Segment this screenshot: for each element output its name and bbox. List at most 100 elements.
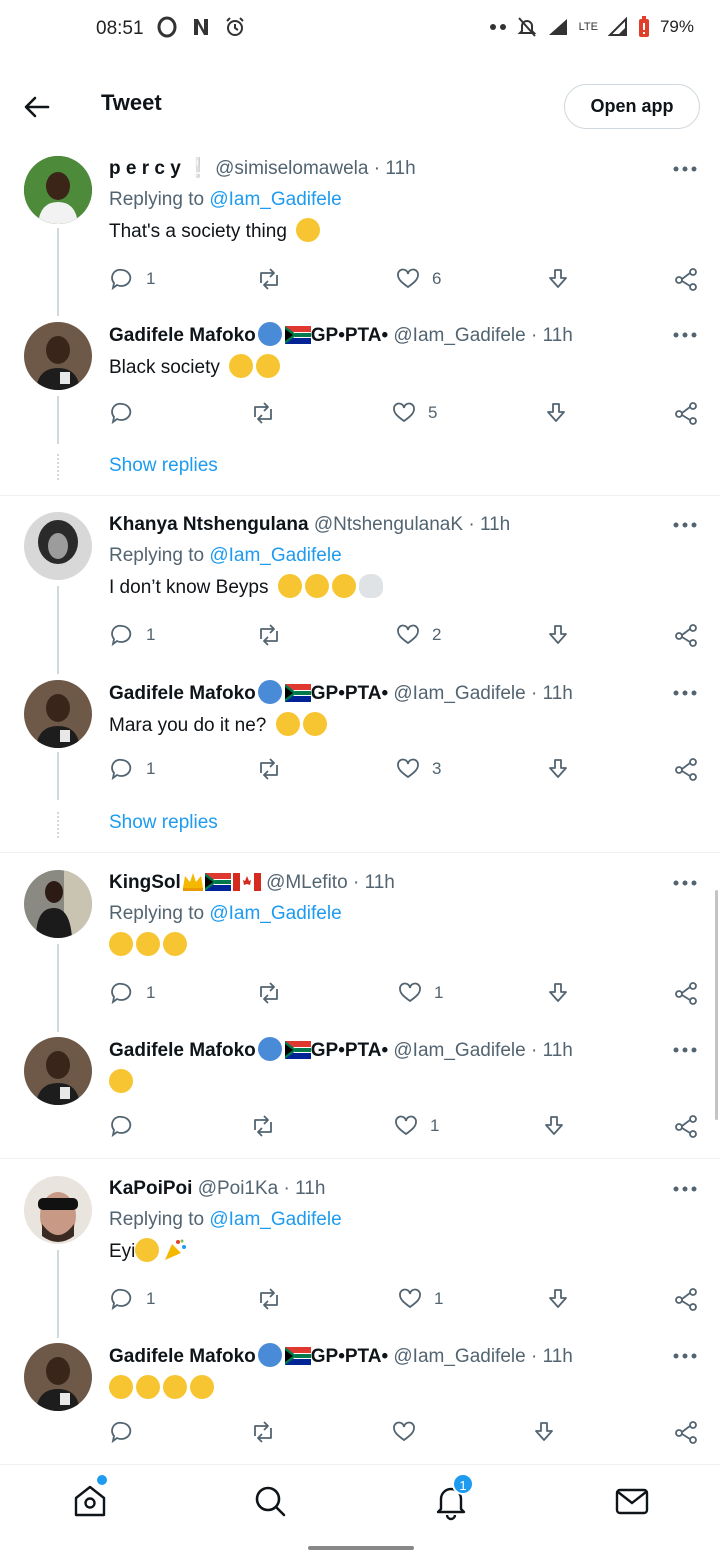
open-app-button[interactable]: Open app [564, 84, 700, 129]
handle[interactable]: @NtshengulanaK [314, 514, 463, 535]
gesture-bar[interactable] [308, 1546, 414, 1550]
show-replies-link[interactable]: Show replies [109, 812, 218, 834]
timestamp[interactable]: 11h [295, 1178, 325, 1199]
like-button[interactable]: 1 [394, 1111, 439, 1141]
retweet-button[interactable] [256, 1284, 282, 1314]
avatar[interactable] [24, 680, 92, 748]
more-options-icon[interactable] [672, 164, 698, 174]
retweet-button[interactable] [256, 620, 282, 650]
more-options-icon[interactable] [672, 520, 698, 530]
tweet[interactable]: Gadifele Mafoko GP•PTA• @Iam_Gadifele · 1… [0, 1037, 720, 1147]
download-button[interactable] [542, 1111, 566, 1141]
avatar[interactable] [24, 322, 92, 390]
tweet[interactable]: KaPoiPoi @Poi1Ka · 11h Replying to @Iam_… [0, 1176, 720, 1316]
home-icon[interactable] [70, 1481, 110, 1521]
share-button[interactable] [674, 398, 698, 428]
more-options-icon[interactable] [672, 330, 698, 340]
reply-button[interactable]: 1 [110, 264, 155, 294]
download-button[interactable] [546, 620, 570, 650]
avatar[interactable] [24, 512, 92, 580]
reply-button[interactable]: 1 [110, 620, 155, 650]
replying-handle-link[interactable]: @Iam_Gadifele [209, 545, 341, 566]
avatar[interactable] [24, 1343, 92, 1411]
more-options-icon[interactable] [672, 1184, 698, 1194]
timestamp[interactable]: 11h [365, 872, 395, 893]
share-button[interactable] [674, 1417, 698, 1447]
retweet-button[interactable] [256, 754, 282, 784]
retweet-button[interactable] [256, 264, 282, 294]
reply-button[interactable] [110, 1111, 146, 1141]
display-name[interactable]: p e r c y [109, 158, 181, 179]
share-button[interactable] [674, 264, 698, 294]
more-options-icon[interactable] [672, 688, 698, 698]
handle[interactable]: @Iam_Gadifele [393, 325, 525, 346]
retweet-button[interactable] [250, 398, 276, 428]
share-button[interactable] [674, 754, 698, 784]
like-button[interactable]: 1 [398, 1284, 443, 1314]
download-button[interactable] [546, 264, 570, 294]
share-button[interactable] [674, 620, 698, 650]
like-button[interactable]: 2 [396, 620, 441, 650]
reply-button[interactable] [110, 1417, 146, 1447]
replying-handle-link[interactable]: @Iam_Gadifele [209, 903, 341, 924]
display-name[interactable]: KaPoiPoi [109, 1178, 192, 1199]
tweet[interactable]: Gadifele Mafoko GP•PTA• @Iam_Gadifele · 1… [0, 680, 720, 790]
like-button[interactable] [392, 1417, 428, 1447]
tweet[interactable]: Khanya Ntshengulana @NtshengulanaK · 11h… [0, 512, 720, 652]
download-button[interactable] [544, 398, 568, 428]
tweet[interactable]: Gadifele Mafoko GP•PTA• @Iam_Gadifele · 1… [0, 322, 720, 432]
download-button[interactable] [546, 978, 570, 1008]
avatar[interactable] [24, 870, 92, 938]
download-button[interactable] [532, 1417, 556, 1447]
share-button[interactable] [674, 1284, 698, 1314]
display-name[interactable]: Gadifele Mafoko [109, 683, 256, 704]
download-button[interactable] [546, 1284, 570, 1314]
timestamp[interactable]: 11h [543, 683, 573, 704]
display-name[interactable]: Gadifele Mafoko [109, 1040, 256, 1061]
retweet-button[interactable] [256, 978, 282, 1008]
handle[interactable]: @Iam_Gadifele [393, 1040, 525, 1061]
timestamp[interactable]: 11h [543, 1346, 573, 1367]
timestamp[interactable]: 11h [385, 158, 415, 179]
back-arrow-icon[interactable] [22, 92, 52, 122]
scrollbar-thumb[interactable] [715, 890, 718, 1120]
display-name[interactable]: Gadifele Mafoko [109, 1346, 256, 1367]
more-options-icon[interactable] [672, 1351, 698, 1361]
share-button[interactable] [674, 978, 698, 1008]
replying-handle-link[interactable]: @Iam_Gadifele [209, 189, 341, 210]
more-options-icon[interactable] [672, 878, 698, 888]
reply-button[interactable]: 1 [110, 1284, 155, 1314]
display-name[interactable]: Khanya Ntshengulana [109, 514, 309, 535]
retweet-button[interactable] [250, 1417, 276, 1447]
like-button[interactable]: 1 [398, 978, 443, 1008]
retweet-button[interactable] [250, 1111, 276, 1141]
avatar[interactable] [24, 156, 92, 224]
like-button[interactable]: 6 [396, 264, 441, 294]
more-options-icon[interactable] [672, 1045, 698, 1055]
messages-icon[interactable] [612, 1481, 652, 1521]
share-button[interactable] [674, 1111, 698, 1141]
display-name[interactable]: KingSol [109, 872, 181, 893]
tweet[interactable]: Gadifele Mafoko GP•PTA• @Iam_Gadifele · 1… [0, 1343, 720, 1453]
handle[interactable]: @Poi1Ka [198, 1178, 279, 1199]
download-button[interactable] [546, 754, 570, 784]
like-button[interactable]: 5 [392, 398, 437, 428]
handle[interactable]: @simiselomawela [215, 158, 368, 179]
show-replies-link[interactable]: Show replies [109, 455, 218, 477]
handle[interactable]: @MLefito [266, 872, 348, 893]
search-icon[interactable] [250, 1481, 290, 1521]
tweet[interactable]: p e r c y ❕ @simiselomawela · 11h Replyi… [0, 156, 720, 296]
display-name[interactable]: Gadifele Mafoko [109, 325, 256, 346]
like-button[interactable]: 3 [396, 754, 441, 784]
avatar[interactable] [24, 1037, 92, 1105]
tweet[interactable]: KingSol @MLefito · 11h Replying to @Iam_… [0, 870, 720, 1010]
handle[interactable]: @Iam_Gadifele [393, 683, 525, 704]
timestamp[interactable]: 11h [543, 325, 573, 346]
handle[interactable]: @Iam_Gadifele [393, 1346, 525, 1367]
replying-handle-link[interactable]: @Iam_Gadifele [209, 1209, 341, 1230]
timestamp[interactable]: 11h [480, 514, 510, 535]
reply-button[interactable]: 1 [110, 978, 155, 1008]
avatar[interactable] [24, 1176, 92, 1244]
timestamp[interactable]: 11h [543, 1040, 573, 1061]
reply-button[interactable]: 1 [110, 754, 155, 784]
